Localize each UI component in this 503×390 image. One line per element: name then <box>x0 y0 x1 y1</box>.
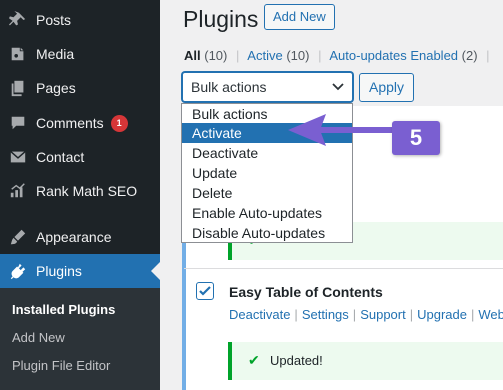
media-icon <box>8 44 28 64</box>
option-delete[interactable]: Delete <box>182 183 352 203</box>
brush-icon <box>8 227 28 247</box>
main-content: Plugins Add New All (10) | Active (10) |… <box>160 0 503 390</box>
sidebar-item-appearance[interactable]: Appearance <box>0 220 160 254</box>
sidebar-item-comments[interactable]: Comments 1 <box>0 106 160 140</box>
comments-icon <box>8 113 28 133</box>
plugin-icon <box>8 261 28 281</box>
option-enable-auto-updates[interactable]: Enable Auto-updates <box>182 203 352 223</box>
sidebar-item-pages[interactable]: Pages <box>0 71 160 105</box>
filter-auto-count: (2) <box>461 48 478 63</box>
update-notice: ✔ Updated! <box>228 342 503 380</box>
website-link[interactable]: Webs <box>478 307 503 322</box>
filter-active[interactable]: Active <box>247 48 282 63</box>
filter-separator: | <box>318 48 322 63</box>
active-indicator-arrow <box>151 262 160 280</box>
apply-button[interactable]: Apply <box>359 73 414 102</box>
action-separator: | <box>352 307 357 322</box>
submenu-add-new[interactable]: Add New <box>12 330 65 345</box>
page-title: Plugins <box>183 6 259 32</box>
check-icon: ✔ <box>248 352 260 368</box>
submenu-installed-plugins[interactable]: Installed Plugins <box>12 302 115 317</box>
sidebar-item-label: Appearance <box>36 229 112 245</box>
sidebar-item-label: Comments <box>36 115 104 131</box>
status-filters: All (10) | Active (10) | Auto-updates En… <box>184 48 495 63</box>
plugin-checkbox[interactable] <box>196 282 214 300</box>
submenu-plugin-file-editor[interactable]: Plugin File Editor <box>12 358 110 373</box>
sidebar-item-label: Rank Math SEO <box>36 183 138 199</box>
sidebar-item-label: Posts <box>36 12 72 28</box>
action-separator: | <box>294 307 298 322</box>
filter-auto-updates[interactable]: Auto-updates Enabled <box>329 48 458 63</box>
annotation-arrow-icon <box>288 114 395 146</box>
checkmark-icon <box>199 286 211 296</box>
admin-sidebar: Posts Media Pages Comments 1 Contact Ran… <box>0 0 160 390</box>
sidebar-item-posts[interactable]: Posts <box>0 3 160 37</box>
sidebar-item-contact[interactable]: Contact <box>0 140 160 174</box>
sidebar-item-label: Pages <box>36 80 76 96</box>
pages-icon <box>8 78 28 98</box>
option-disable-auto-updates[interactable]: Disable Auto-updates <box>182 223 352 243</box>
bulk-actions-selected-value: Bulk actions <box>191 79 267 95</box>
action-separator: | <box>471 307 475 322</box>
chart-icon <box>8 181 28 201</box>
filter-separator: | <box>236 48 240 63</box>
deactivate-link[interactable]: Deactivate <box>229 307 290 322</box>
sidebar-item-label: Contact <box>36 149 85 165</box>
pin-icon <box>8 10 28 30</box>
plugin-row-actions: Deactivate|Settings|Support|Upgrade|Webs <box>229 307 503 322</box>
plugins-submenu: Installed Plugins Add New Plugin File Ed… <box>0 288 160 390</box>
comments-count-badge: 1 <box>110 114 128 132</box>
annotation-step-badge: 5 <box>392 121 440 155</box>
chevron-down-icon <box>332 83 344 91</box>
support-link[interactable]: Support <box>360 307 406 322</box>
sidebar-item-plugins[interactable]: Plugins <box>0 254 160 288</box>
upgrade-link[interactable]: Upgrade <box>417 307 467 322</box>
sidebar-item-label: Plugins <box>36 263 82 279</box>
sidebar-item-rank-math[interactable]: Rank Math SEO <box>0 174 160 208</box>
filter-active-count: (10) <box>286 48 310 63</box>
sidebar-item-media[interactable]: Media <box>0 37 160 71</box>
mail-icon <box>8 147 28 167</box>
action-separator: | <box>409 307 414 322</box>
bulk-actions-select[interactable]: Bulk actions <box>182 72 353 102</box>
filter-all[interactable]: All <box>184 48 201 63</box>
add-new-button[interactable]: Add New <box>264 4 335 30</box>
plugin-name: Easy Table of Contents <box>229 284 383 300</box>
update-notice-text: Updated! <box>270 353 323 368</box>
filter-separator: | <box>486 48 490 63</box>
row-divider <box>184 268 503 269</box>
filter-all-count: (10) <box>204 48 228 63</box>
settings-link[interactable]: Settings <box>302 307 349 322</box>
sidebar-item-label: Media <box>36 46 75 62</box>
option-update[interactable]: Update <box>182 163 352 183</box>
